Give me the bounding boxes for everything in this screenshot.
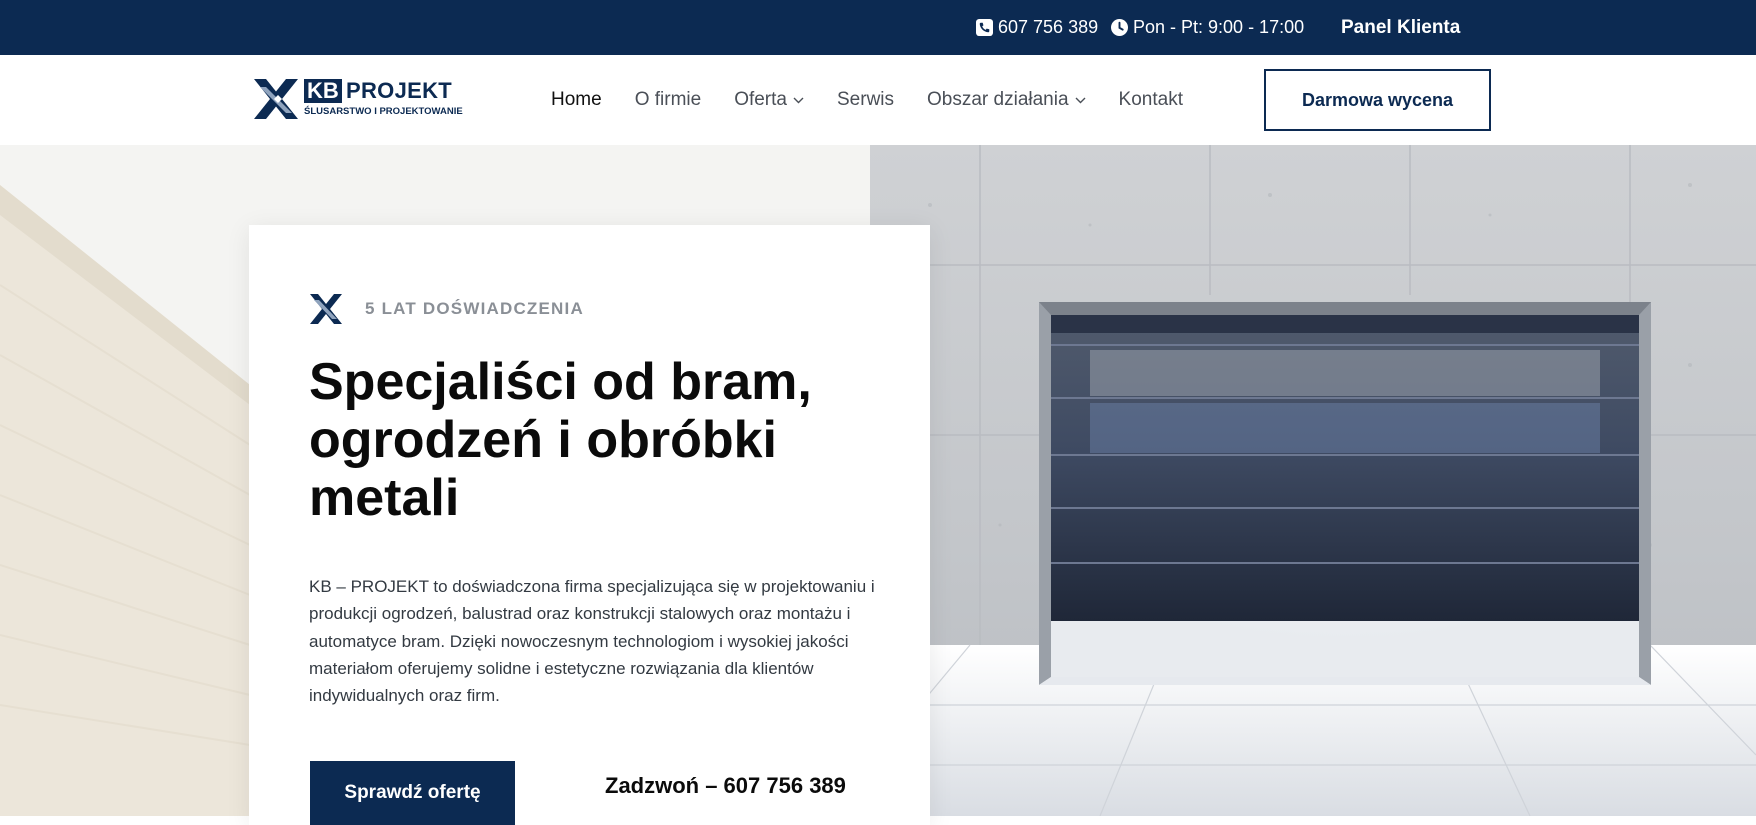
logo[interactable]: KB PROJEKT ŚLUSARSTWO I PROJEKTOWANIE — [252, 77, 478, 121]
phone-icon — [976, 19, 993, 36]
nav-item-home[interactable]: Home — [551, 89, 602, 111]
top-bar: 607 756 389 Pon - Pt: 9:00 - 17:00 Panel… — [0, 0, 1756, 55]
experience-eyebrow: 5 LAT DOŚWIADCZENIA — [309, 293, 584, 325]
main-header: KB PROJEKT ŚLUSARSTWO I PROJEKTOWANIE Ho… — [0, 55, 1756, 145]
nav-item-label: Oferta — [734, 89, 787, 110]
nav-item-label: Kontakt — [1118, 89, 1183, 110]
main-nav: Home O firmie Oferta Serwis Obszar dział… — [551, 55, 1216, 145]
chevron-down-icon — [793, 97, 804, 103]
free-quote-button[interactable]: Darmowa wycena — [1264, 69, 1491, 131]
nav-item-serwis[interactable]: Serwis — [837, 89, 894, 111]
nav-item-oferta[interactable]: Oferta — [734, 89, 804, 111]
topbar-phone[interactable]: 607 756 389 — [976, 0, 1098, 55]
topbar-hours: Pon - Pt: 9:00 - 17:00 — [1111, 0, 1304, 55]
nav-item-kontakt[interactable]: Kontakt — [1119, 89, 1183, 111]
logo-tagline: ŚLUSARSTWO I PROJEKTOWANIE — [304, 106, 463, 117]
hero-title: Specjaliści od bram, ogrodzeń i obróbki … — [309, 353, 812, 527]
nav-item-label: Home — [551, 89, 602, 110]
client-panel-link[interactable]: Panel Klienta — [1341, 0, 1460, 55]
nav-item-obszar-dzialania[interactable]: Obszar działania — [927, 89, 1086, 111]
clock-icon — [1111, 19, 1128, 36]
logo-projekt-text: PROJEKT — [346, 78, 453, 103]
chevron-down-icon — [1075, 97, 1086, 103]
topbar-phone-text: 607 756 389 — [998, 17, 1099, 37]
hero-card: 5 LAT DOŚWIADCZENIA Specjaliści od bram,… — [249, 225, 930, 825]
logo-mark-icon — [310, 294, 342, 324]
check-offer-button[interactable]: Sprawdź ofertę — [310, 761, 515, 825]
logo-mark-icon — [254, 79, 298, 119]
hero-description: KB – PROJEKT to doświadczona firma specj… — [309, 577, 875, 706]
nav-item-o-firmie[interactable]: O firmie — [635, 89, 702, 111]
call-phone-link[interactable]: Zadzwoń – 607 756 389 — [605, 773, 846, 799]
nav-item-label: Obszar działania — [927, 89, 1069, 110]
nav-item-label: O firmie — [634, 89, 702, 110]
logo-kb-text: KB — [304, 79, 342, 103]
experience-text: 5 LAT DOŚWIADCZENIA — [365, 299, 584, 318]
topbar-hours-text: Pon - Pt: 9:00 - 17:00 — [1133, 17, 1305, 37]
hero-garage-image — [870, 145, 1756, 816]
nav-item-label: Serwis — [837, 89, 895, 110]
